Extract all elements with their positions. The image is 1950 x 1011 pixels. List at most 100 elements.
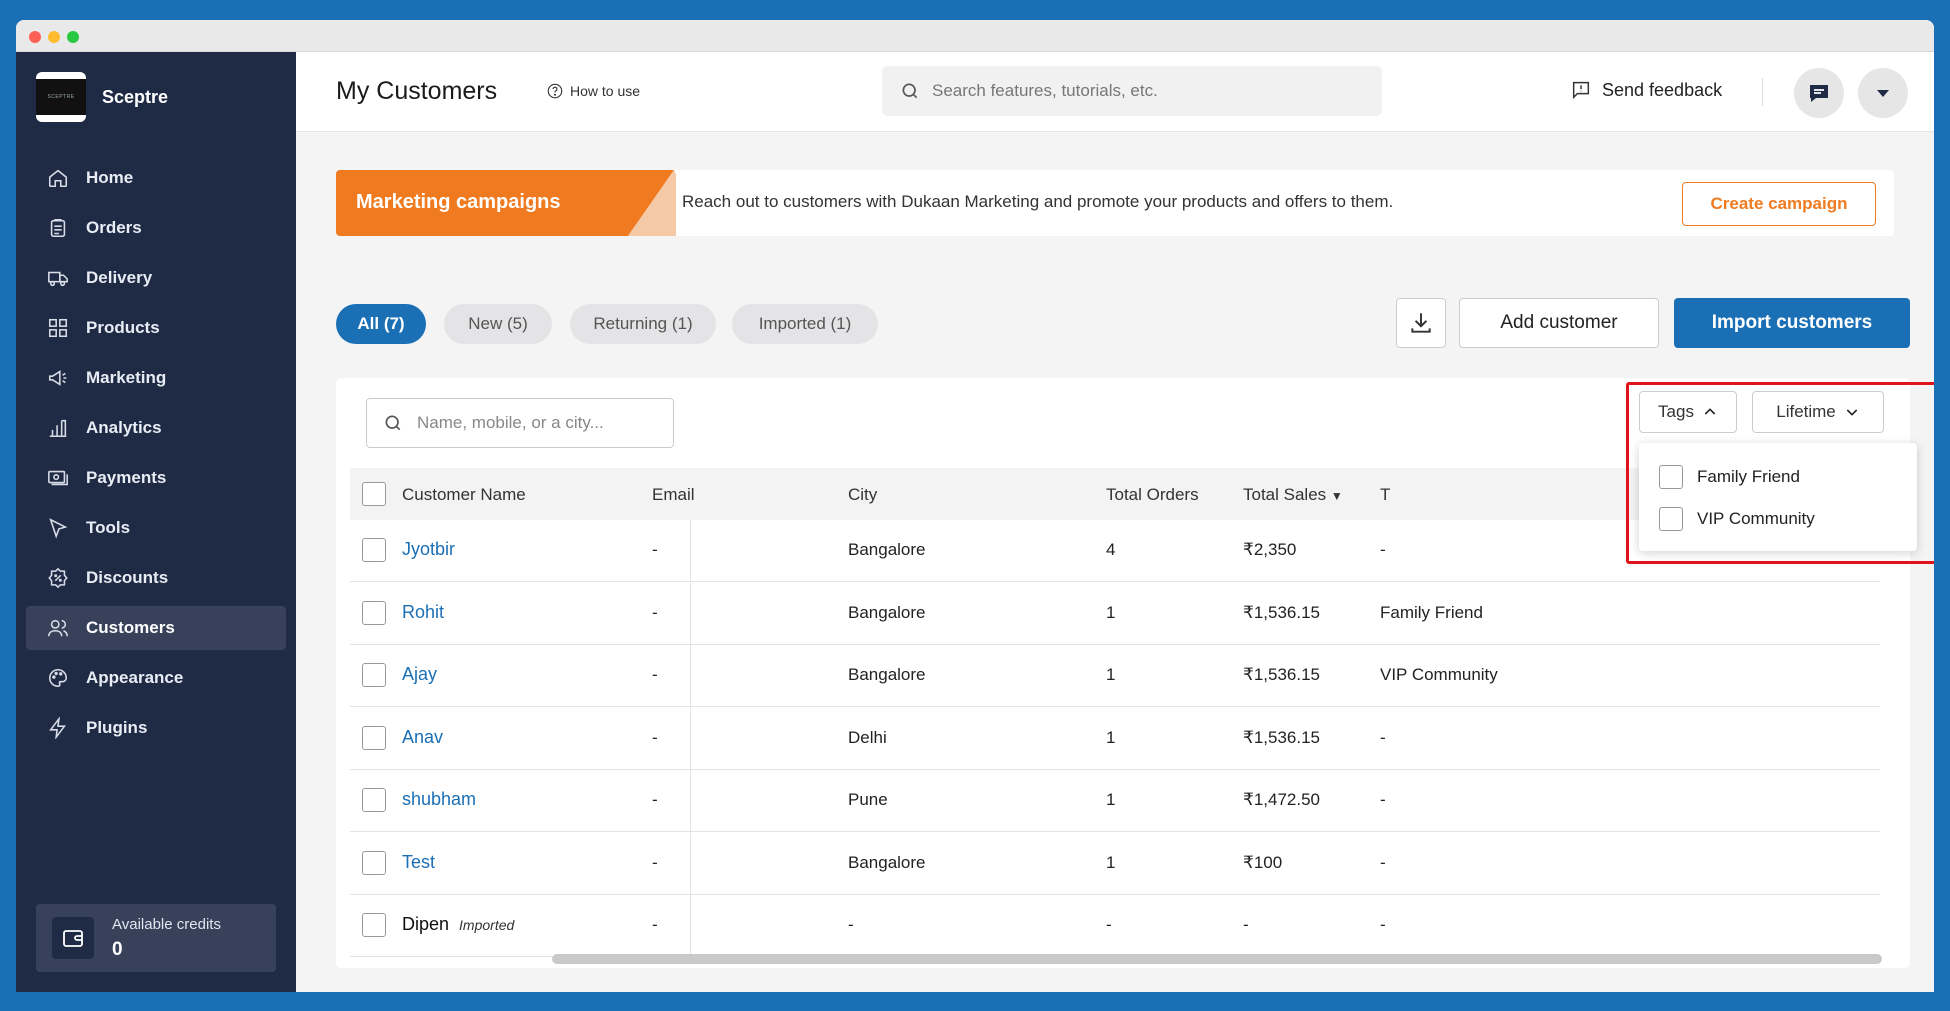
- filter-all[interactable]: All (7): [336, 304, 426, 344]
- column-header-total-sales[interactable]: Total Sales ▼: [1243, 485, 1343, 505]
- row-checkbox[interactable]: [362, 788, 386, 812]
- close-window-button[interactable]: [29, 31, 41, 43]
- table-row[interactable]: Test - Bangalore 1 ₹100 -: [350, 832, 1880, 895]
- chat-button[interactable]: [1794, 68, 1844, 118]
- cell-city: Bangalore: [848, 540, 926, 559]
- cell-city: -: [848, 915, 854, 934]
- customer-search[interactable]: [366, 398, 674, 448]
- cell-total-sales: ₹1,536.15: [1243, 665, 1320, 684]
- horizontal-scrollbar[interactable]: [552, 954, 1882, 964]
- cell-total-sales: ₹1,472.50: [1243, 790, 1320, 809]
- filter-new[interactable]: New (5): [444, 304, 552, 344]
- send-feedback-button[interactable]: Send feedback: [1570, 79, 1722, 101]
- cell-total-orders: 4: [1106, 540, 1116, 559]
- sidebar-item-label: Analytics: [86, 418, 162, 437]
- select-all-checkbox[interactable]: [362, 482, 386, 506]
- sidebar-item-tools[interactable]: Tools: [26, 506, 286, 550]
- minimize-window-button[interactable]: [48, 31, 60, 43]
- column-divider: [690, 645, 691, 706]
- brand[interactable]: SCEPTRE Sceptre: [36, 72, 168, 122]
- feedback-icon: [1572, 81, 1590, 100]
- row-checkbox[interactable]: [362, 850, 386, 875]
- customer-name: Ajay: [402, 664, 438, 684]
- customer-search-input[interactable]: [417, 413, 657, 433]
- sidebar-item-plugins[interactable]: Plugins: [26, 706, 286, 750]
- sidebar-item-marketing[interactable]: Marketing: [26, 356, 286, 400]
- sidebar-item-products[interactable]: Products: [26, 306, 286, 350]
- table-row[interactable]: Dipen Imported - - - - -: [350, 895, 1880, 957]
- row-checkbox[interactable]: [362, 600, 386, 625]
- table-row[interactable]: Ajay - Bangalore 1 ₹1,536.15 VIP Community: [350, 645, 1880, 707]
- palette-icon: [46, 666, 70, 690]
- column-header-name[interactable]: Customer Name: [402, 485, 526, 505]
- sidebar-item-label: Appearance: [86, 668, 184, 687]
- cell-city: Delhi: [848, 727, 887, 747]
- customer-name-link[interactable]: Ajay: [402, 664, 437, 685]
- cell-email: -: [652, 852, 658, 872]
- sidebar-item-analytics[interactable]: Analytics: [26, 406, 286, 450]
- download-button[interactable]: [1396, 298, 1446, 348]
- cell-tags: VIP Community: [1380, 665, 1498, 684]
- download-icon: [1411, 313, 1431, 333]
- customer-name-link[interactable]: shubham: [402, 789, 476, 810]
- cell-email: -: [652, 790, 658, 809]
- sidebar-item-home[interactable]: Home: [26, 156, 286, 200]
- import-customers-button[interactable]: Import customers: [1674, 298, 1910, 348]
- add-customer-button[interactable]: Add customer: [1459, 298, 1659, 348]
- how-to-use-link[interactable]: How to use: [546, 82, 640, 100]
- filter-returning[interactable]: Returning (1): [570, 304, 716, 344]
- customer-name: Jyotbir: [402, 539, 456, 559]
- row-checkbox[interactable]: [362, 663, 386, 687]
- marketing-banner: Marketing campaigns Reach out to custome…: [336, 170, 1894, 236]
- cell-total-sales: ₹1,536.15: [1243, 602, 1320, 622]
- sidebar-item-delivery[interactable]: Delivery: [26, 256, 286, 300]
- customer-name-link[interactable]: Anav: [402, 727, 443, 748]
- column-header-total-orders[interactable]: Total Orders: [1106, 485, 1199, 505]
- column-divider: [690, 832, 691, 894]
- table-row[interactable]: Rohit - Bangalore 1 ₹1,536.15 Family Friend: [350, 582, 1880, 645]
- cell-total-sales: ₹2,350: [1243, 540, 1297, 559]
- topbar: My Customers How to use Send feedback: [296, 52, 1934, 132]
- sidebar-item-appearance[interactable]: Appearance: [26, 656, 286, 700]
- sidebar-item-customers[interactable]: Customers: [26, 606, 286, 650]
- search-icon: [902, 83, 918, 99]
- credits-card[interactable]: Available credits 0: [36, 904, 276, 972]
- column-header-email[interactable]: Email: [652, 485, 695, 505]
- global-search[interactable]: [882, 66, 1382, 116]
- cell-city: Pune: [848, 790, 888, 809]
- truck-icon: [46, 266, 70, 290]
- table-row[interactable]: Anav - Delhi 1 ₹1,536.15 -: [350, 707, 1880, 770]
- sidebar-item-discounts[interactable]: Discounts: [26, 556, 286, 600]
- customer-name-link[interactable]: Jyotbir: [402, 539, 455, 560]
- cell-email: -: [652, 540, 658, 559]
- row-checkbox[interactable]: [362, 725, 386, 750]
- table-row[interactable]: shubham - Pune 1 ₹1,472.50 -: [350, 770, 1880, 832]
- megaphone-icon: [46, 366, 70, 390]
- cell-tags: -: [1380, 790, 1386, 809]
- maximize-window-button[interactable]: [67, 31, 79, 43]
- account-menu-button[interactable]: [1858, 68, 1908, 118]
- cursor-icon: [46, 516, 70, 540]
- column-header-city[interactable]: City: [848, 485, 877, 505]
- filter-imported[interactable]: Imported (1): [732, 304, 878, 344]
- credits-label: Available credits: [112, 915, 221, 933]
- sidebar-item-label: Discounts: [86, 568, 169, 587]
- cell-total-orders: 1: [1106, 727, 1116, 747]
- cell-email: -: [652, 915, 658, 934]
- sidebar-item-payments[interactable]: Payments: [26, 456, 286, 500]
- marketing-banner-text: Reach out to customers with Dukaan Marke…: [682, 192, 1394, 211]
- customer-name-link[interactable]: Test: [402, 852, 435, 873]
- imported-badge: Imported: [459, 917, 515, 933]
- customer-name-link[interactable]: Dipen Imported: [402, 914, 514, 935]
- sidebar-item-label: Customers: [86, 618, 175, 637]
- column-divider: [690, 895, 691, 956]
- sidebar: SCEPTRE Sceptre Home Orders Delivery Pro…: [16, 52, 296, 992]
- column-header-tags[interactable]: T: [1380, 485, 1390, 505]
- cell-city: Bangalore: [848, 665, 926, 684]
- global-search-input[interactable]: [932, 81, 1352, 101]
- create-campaign-button[interactable]: Create campaign: [1682, 182, 1876, 226]
- row-checkbox[interactable]: [362, 913, 386, 937]
- sidebar-item-orders[interactable]: Orders: [26, 206, 286, 250]
- customer-name-link[interactable]: Rohit: [402, 602, 444, 623]
- row-checkbox[interactable]: [362, 538, 386, 562]
